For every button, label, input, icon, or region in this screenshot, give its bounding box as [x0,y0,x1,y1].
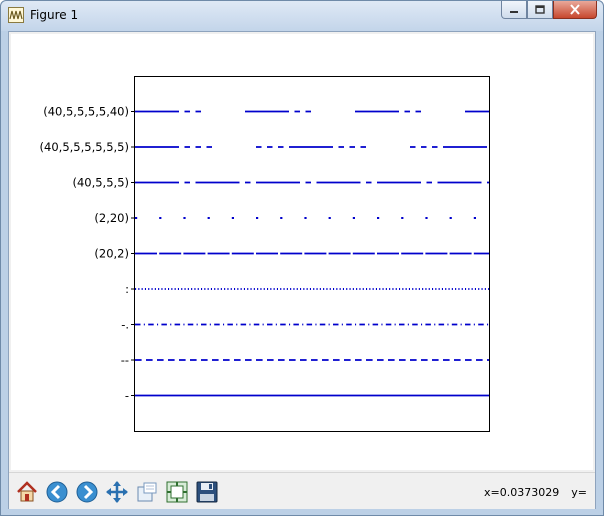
pan-move-icon [105,480,128,503]
save-button[interactable] [193,478,220,505]
back-button[interactable] [43,478,70,505]
zoom-rect-icon [137,482,156,501]
y-coordinate: y= [571,486,587,499]
back-arrow-icon [46,481,67,502]
zoom-button[interactable] [133,478,160,505]
pan-button[interactable] [103,478,130,505]
navigation-toolbar: x=0.0373029 y= [9,472,595,509]
plot-area[interactable]: (40,5,5,5,5,40) (40,5,5,5,5,5,5) (40,5,5,5… [11,34,593,470]
title-bar[interactable]: Figure 1 [1,1,603,31]
minimize-icon [510,10,518,13]
y-tick-label-8: -- [121,353,129,367]
y-tick-label-1: (40,5,5,5,5,40) [43,105,129,119]
y-tick-label-6: : [125,282,129,296]
configure-subplots-button[interactable] [163,478,190,505]
close-button[interactable] [553,1,597,19]
figure-canvas[interactable]: (40,5,5,5,5,40) (40,5,5,5,5,5,5) (40,5,5,5… [11,34,593,470]
x-coordinate: x=0.0373029 [484,486,560,499]
subplots-icon [166,481,187,502]
y-tick-label-2: (40,5,5,5,5,5,5) [40,140,129,154]
y-tick-label-3: (40,5,5,5) [72,176,129,190]
y-tick-label-7: -. [121,318,129,332]
maximize-icon [535,5,545,14]
y-tick-label-4: (2,20) [94,211,129,225]
y-tick-label-9: - [125,389,129,403]
home-icon [16,480,37,501]
figure-window: Figure 1 (40,5,5,5,5,40) (40,5,5,5,5,5,5)… [0,0,604,516]
figure-client-area: (40,5,5,5,5,40) (40,5,5,5,5,5,5) (40,5,5,5… [8,31,596,509]
forward-button[interactable] [73,478,100,505]
floppy-disk-icon [196,481,217,502]
window-title: Figure 1 [30,8,79,22]
forward-arrow-icon [76,481,97,502]
minimize-button[interactable] [501,1,527,19]
maximize-button[interactable] [527,1,553,19]
home-button[interactable] [13,478,40,505]
matplotlib-figure-icon [8,7,24,23]
y-tick-label-5: (20,2) [94,247,129,261]
close-icon [570,4,580,15]
cursor-coordinates: x=0.0373029 y= [472,486,587,499]
